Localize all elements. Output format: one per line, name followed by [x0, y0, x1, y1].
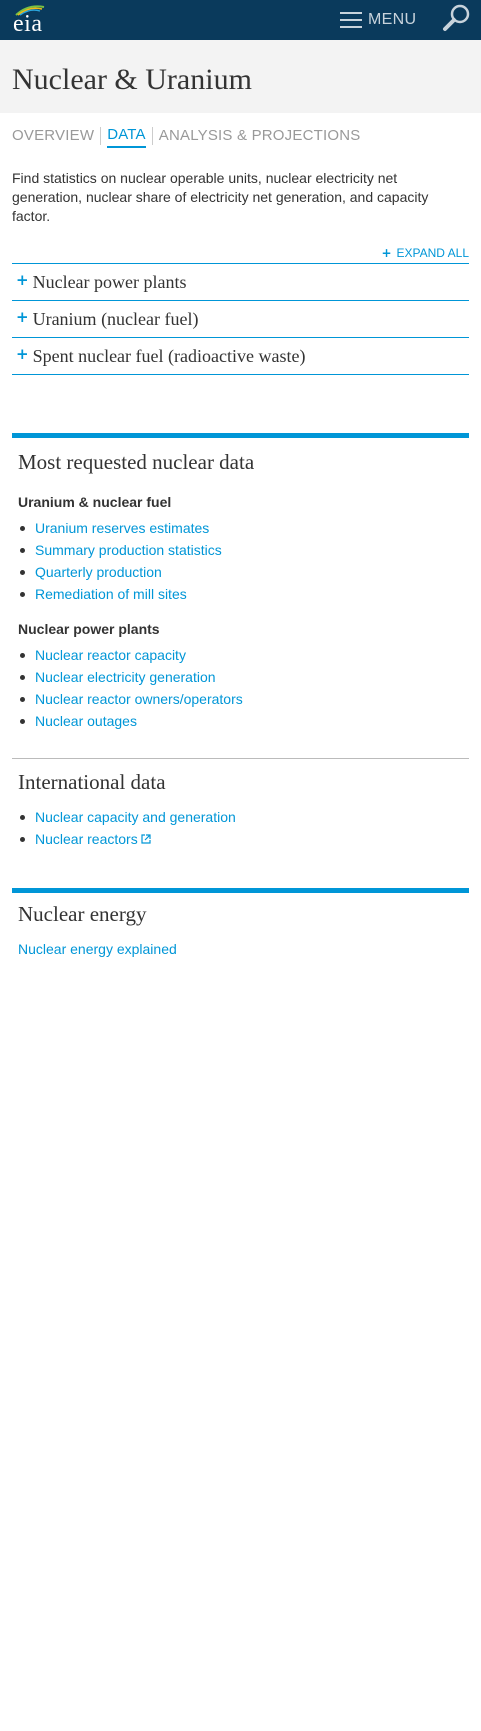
plus-icon: + — [16, 345, 29, 363]
intro-text: Find statistics on nuclear operable unit… — [12, 170, 429, 224]
list-item: Quarterly production — [18, 561, 469, 583]
accordion-label: Uranium (nuclear fuel) — [32, 309, 199, 329]
link-electricity-generation[interactable]: Nuclear electricity generation — [35, 669, 216, 685]
link-list: Uranium reserves estimates Summary produ… — [12, 511, 469, 605]
menu-button[interactable]: MENU — [340, 9, 416, 31]
logo-text: eia — [13, 11, 43, 37]
nuclear-energy-section: Nuclear energy Nuclear energy explained — [12, 888, 469, 958]
expand-all-button[interactable]: + EXPAND ALL — [381, 246, 469, 260]
accordion-uranium[interactable]: + Uranium (nuclear fuel) — [12, 301, 469, 338]
link-nuclear-energy-explained[interactable]: Nuclear energy explained — [18, 941, 177, 957]
group-heading-uranium: Uranium & nuclear fuel — [18, 494, 172, 510]
list-item: Summary production statistics — [18, 539, 469, 561]
search-button[interactable] — [442, 3, 472, 33]
list-item: Nuclear reactor capacity — [18, 644, 469, 666]
link-capacity-generation[interactable]: Nuclear capacity and generation — [35, 809, 236, 825]
link-summary-production[interactable]: Summary production statistics — [35, 542, 222, 558]
link-uranium-reserves[interactable]: Uranium reserves estimates — [35, 520, 209, 536]
link-label: Nuclear reactors — [35, 831, 138, 847]
accordion-label: Nuclear power plants — [32, 272, 187, 292]
plus-icon: + — [16, 308, 29, 326]
link-mill-sites[interactable]: Remediation of mill sites — [35, 586, 187, 602]
link-owners-operators[interactable]: Nuclear reactor owners/operators — [35, 691, 243, 707]
top-navigation-bar: eia MENU — [0, 0, 481, 40]
list-item: Nuclear reactor owners/operators — [18, 688, 469, 710]
list-item: Nuclear outages — [18, 710, 469, 732]
section-title: Nuclear energy — [18, 902, 147, 926]
search-icon — [443, 4, 470, 31]
list-item: Nuclear capacity and generation — [18, 806, 469, 828]
list-item: Nuclear electricity generation — [18, 666, 469, 688]
page-title: Nuclear & Uranium — [12, 63, 252, 96]
link-nuclear-outages[interactable]: Nuclear outages — [35, 713, 137, 729]
plus-icon: + — [16, 271, 29, 289]
tab-analysis-projections[interactable]: ANALYSIS & PROJECTIONS — [159, 125, 361, 147]
tab-divider — [151, 127, 153, 145]
link-quarterly-production[interactable]: Quarterly production — [35, 564, 162, 580]
link-list: Nuclear reactor capacity Nuclear electri… — [12, 638, 469, 732]
link-list: Nuclear capacity and generation Nuclear … — [12, 794, 469, 850]
tab-overview[interactable]: OVERVIEW — [12, 125, 94, 147]
accordion-spent-nuclear-fuel[interactable]: + Spent nuclear fuel (radioactive waste) — [12, 338, 469, 375]
nuclear-energy-link-row: Nuclear energy explained — [12, 926, 469, 958]
link-reactor-capacity[interactable]: Nuclear reactor capacity — [35, 647, 186, 663]
section-title: Most requested nuclear data — [18, 450, 255, 474]
data-accordion: + Nuclear power plants + Uranium (nuclea… — [12, 263, 469, 375]
tab-divider — [100, 127, 102, 145]
group-heading-power-plants: Nuclear power plants — [18, 621, 160, 637]
plus-icon: + — [381, 246, 392, 260]
expand-all-row: + EXPAND ALL — [12, 244, 469, 261]
list-item: Remediation of mill sites — [18, 583, 469, 605]
accordion-label: Spent nuclear fuel (radioactive waste) — [32, 346, 306, 366]
accordion-nuclear-power-plants[interactable]: + Nuclear power plants — [12, 264, 469, 301]
list-item: Nuclear reactors — [18, 828, 469, 850]
title-band: Nuclear & Uranium — [0, 40, 481, 113]
link-nuclear-reactors[interactable]: Nuclear reactors — [35, 831, 151, 847]
international-section: International data Nuclear capacity and … — [12, 758, 469, 888]
tab-data[interactable]: DATA — [107, 124, 146, 148]
hamburger-icon — [340, 12, 362, 28]
most-requested-section: Most requested nuclear data Uranium & nu… — [12, 433, 469, 758]
list-item: Uranium reserves estimates — [18, 517, 469, 539]
section-tabs: OVERVIEW DATA ANALYSIS & PROJECTIONS — [0, 113, 481, 149]
section-title: International data — [18, 770, 166, 794]
eia-logo[interactable]: eia — [10, 4, 50, 37]
menu-label: MENU — [368, 11, 417, 28]
external-link-icon — [141, 834, 151, 844]
expand-all-label: EXPAND ALL — [396, 246, 469, 260]
